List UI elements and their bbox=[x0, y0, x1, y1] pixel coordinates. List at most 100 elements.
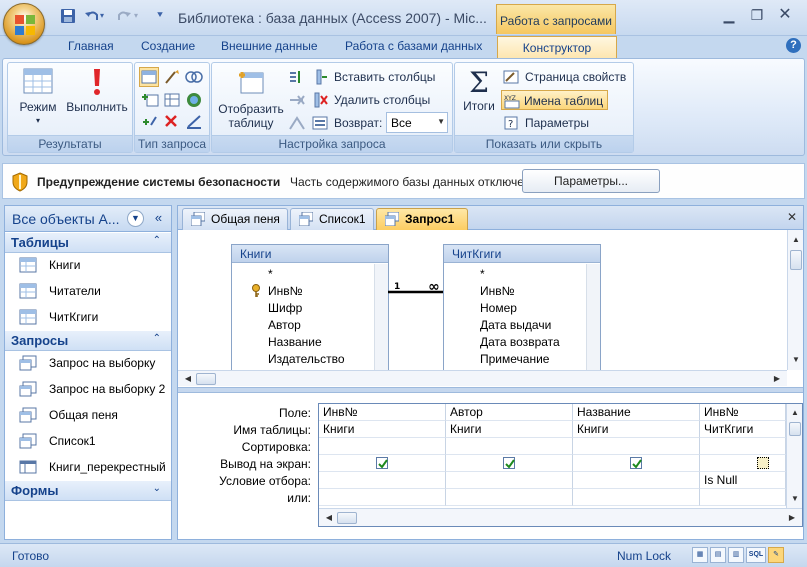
grid-cell-sort[interactable] bbox=[700, 438, 786, 455]
nav-item-query-crosstab[interactable]: Книги_перекрестный bbox=[5, 455, 171, 479]
tab-design[interactable]: Конструктор bbox=[497, 36, 617, 59]
nav-item-table-books[interactable]: Книги bbox=[5, 253, 171, 277]
show-checkbox[interactable] bbox=[757, 457, 769, 469]
redo-dropdown-icon[interactable]: ▾ bbox=[134, 8, 150, 24]
help-icon[interactable]: ? bbox=[786, 38, 801, 53]
close-icon[interactable]: ✕ bbox=[787, 210, 797, 224]
nav-group-forms[interactable]: Формы ⌄ bbox=[5, 481, 171, 501]
diagram-horizontal-scrollbar[interactable]: ◀ ▶ bbox=[178, 370, 787, 386]
run-button[interactable]: Выполнить bbox=[64, 67, 130, 114]
field-item[interactable]: Издательство bbox=[268, 352, 345, 366]
chevron-down-icon[interactable]: ▼ bbox=[127, 210, 144, 227]
grid-cell-or[interactable] bbox=[319, 489, 446, 506]
select-query-icon[interactable] bbox=[139, 67, 159, 87]
scroll-down-icon[interactable]: ▼ bbox=[787, 491, 802, 507]
nav-header[interactable]: Все объекты A... ▼ « bbox=[5, 206, 171, 232]
union-query-icon[interactable] bbox=[185, 68, 203, 86]
grid-cell-sort[interactable] bbox=[319, 438, 446, 455]
scroll-up-icon[interactable]: ▲ bbox=[788, 232, 804, 248]
field-item[interactable]: Инв№ bbox=[480, 284, 515, 298]
property-sheet-button[interactable]: Страница свойств bbox=[503, 67, 626, 87]
design-view-icon[interactable]: ✎ bbox=[768, 547, 784, 563]
grid-cell-or[interactable] bbox=[446, 489, 573, 506]
field-item[interactable]: Название bbox=[268, 335, 322, 349]
show-checkbox[interactable] bbox=[376, 457, 388, 469]
scroll-thumb[interactable] bbox=[790, 250, 802, 270]
field-item[interactable]: * bbox=[480, 267, 485, 281]
insert-rows-icon[interactable] bbox=[288, 69, 306, 85]
field-list-scrollbar[interactable] bbox=[374, 264, 388, 373]
table-names-button[interactable]: XYZ Имена таблиц bbox=[501, 90, 609, 110]
delete-rows-icon[interactable] bbox=[288, 92, 306, 108]
nav-item-table-readbooks[interactable]: ЧитКгиги bbox=[5, 305, 171, 329]
scroll-thumb[interactable] bbox=[337, 512, 357, 524]
show-table-button[interactable]: Отобразить таблицу bbox=[216, 67, 286, 130]
field-item[interactable]: Примечание bbox=[480, 352, 549, 366]
delete-query-icon[interactable] bbox=[163, 113, 181, 131]
insert-columns-button[interactable]: Вставить столбцы bbox=[312, 67, 435, 87]
undo-dropdown-icon[interactable]: ▾ bbox=[100, 8, 116, 24]
field-list-books[interactable]: Книги * Инв№ Шифр Автор Название Издател… bbox=[231, 244, 389, 374]
append-query-icon[interactable] bbox=[141, 91, 159, 109]
field-item[interactable]: Автор bbox=[268, 318, 301, 332]
return-combo[interactable]: Все ▼ bbox=[386, 112, 448, 133]
grid-cell-or[interactable] bbox=[573, 489, 700, 506]
grid-cell-field[interactable]: Инв№ bbox=[700, 404, 786, 421]
nav-item-table-readers[interactable]: Читатели bbox=[5, 279, 171, 303]
show-checkbox[interactable] bbox=[630, 457, 642, 469]
security-options-button[interactable]: Параметры... bbox=[522, 169, 660, 193]
undo-icon[interactable] bbox=[84, 8, 100, 24]
nav-item-query[interactable]: Список1 bbox=[5, 429, 171, 453]
nav-item-query[interactable]: Запрос на выборку bbox=[5, 351, 171, 375]
parameters-button[interactable]: ? Параметры bbox=[503, 113, 589, 133]
grid-cell-criteria[interactable] bbox=[319, 472, 446, 489]
data-definition-query-icon[interactable] bbox=[185, 113, 203, 131]
scroll-up-icon[interactable]: ▲ bbox=[787, 405, 802, 421]
diagram-vertical-scrollbar[interactable]: ▲ ▼ bbox=[787, 230, 803, 370]
builder-icon[interactable] bbox=[288, 115, 306, 131]
maximize-icon[interactable]: ❐ bbox=[744, 5, 770, 25]
crosstab-query-icon[interactable] bbox=[163, 91, 181, 109]
nav-group-queries[interactable]: Запросы ⌃ bbox=[5, 331, 171, 351]
tab-create[interactable]: Создание bbox=[141, 39, 195, 53]
minimize-icon[interactable]: ▁ bbox=[716, 5, 742, 25]
grid-cell-table[interactable]: ЧитКгиги bbox=[700, 421, 786, 438]
doc-tab-list1[interactable]: Список1 bbox=[290, 208, 374, 230]
grid-cell-or[interactable] bbox=[700, 489, 786, 506]
totals-button[interactable]: Σ Итоги bbox=[459, 67, 499, 114]
pivot-table-view-icon[interactable]: ▤ bbox=[710, 547, 726, 563]
office-button[interactable] bbox=[3, 3, 45, 45]
grid-cell-field[interactable]: Название bbox=[573, 404, 700, 421]
field-item[interactable]: Дата выдачи bbox=[480, 318, 551, 332]
grid-horizontal-scrollbar[interactable]: ◀ ▶ bbox=[319, 508, 802, 526]
nav-item-query[interactable]: Общая пеня bbox=[5, 403, 171, 427]
scroll-thumb[interactable] bbox=[196, 373, 216, 385]
relationship-line[interactable]: 1 ∞ bbox=[388, 280, 448, 300]
field-item[interactable]: Шифр bbox=[268, 301, 302, 315]
datasheet-view-icon[interactable]: ▦ bbox=[692, 547, 708, 563]
grid-vertical-scrollbar[interactable]: ▲ ▼ bbox=[786, 404, 802, 508]
scroll-right-icon[interactable]: ▶ bbox=[784, 510, 800, 526]
collapse-pane-icon[interactable]: « bbox=[150, 210, 167, 227]
show-checkbox[interactable] bbox=[503, 457, 515, 469]
field-list-readbooks[interactable]: ЧитКгиги * Инв№ Номер Дата выдачи Дата в… bbox=[443, 244, 601, 374]
field-item[interactable]: Инв№ bbox=[268, 284, 303, 298]
customize-qat-icon[interactable]: ⯆ bbox=[156, 8, 172, 24]
nav-group-tables[interactable]: Таблицы ⌃ bbox=[5, 233, 171, 253]
scroll-down-icon[interactable]: ▼ bbox=[788, 352, 804, 368]
grid-cell-criteria[interactable] bbox=[446, 472, 573, 489]
grid-cell-sort[interactable] bbox=[573, 438, 700, 455]
grid-cell-sort[interactable] bbox=[446, 438, 573, 455]
view-mode-button[interactable]: Режим ▾ bbox=[12, 67, 64, 128]
sql-view-button[interactable]: SQL bbox=[746, 547, 766, 563]
scroll-left-icon[interactable]: ◀ bbox=[180, 371, 196, 387]
scroll-left-icon[interactable]: ◀ bbox=[321, 510, 337, 526]
grid-cell-field[interactable]: Автор bbox=[446, 404, 573, 421]
tab-external-data[interactable]: Внешние данные bbox=[221, 39, 318, 53]
doc-tab-total-fine[interactable]: Общая пеня bbox=[182, 208, 288, 230]
close-icon[interactable]: ✕ bbox=[772, 5, 798, 25]
grid-cell-table[interactable]: Книги bbox=[573, 421, 700, 438]
field-item[interactable]: Номер bbox=[480, 301, 517, 315]
pivot-chart-view-icon[interactable]: ▥ bbox=[728, 547, 744, 563]
scroll-thumb[interactable] bbox=[789, 422, 801, 436]
